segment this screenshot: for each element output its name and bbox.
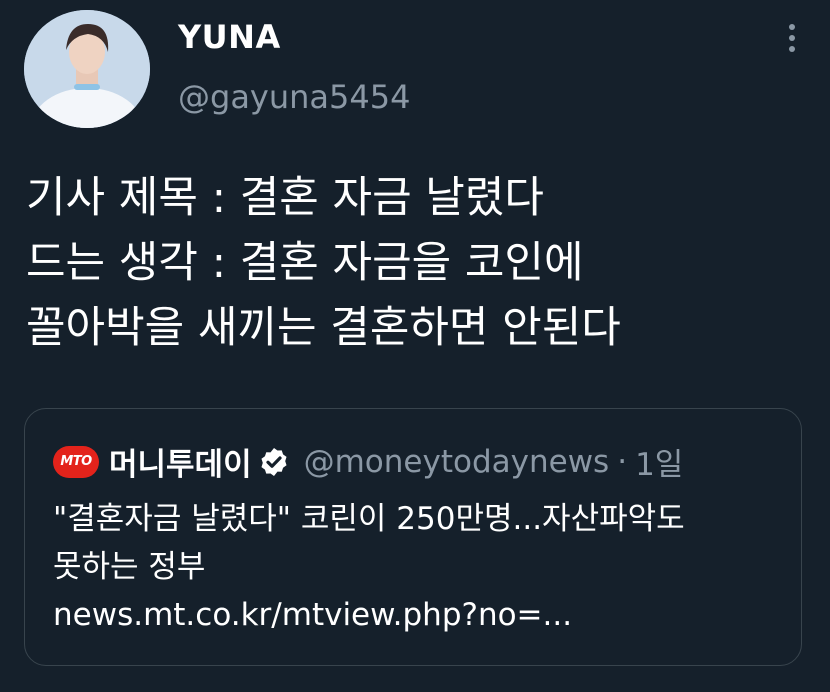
- quoted-handle[interactable]: @moneytodaynews: [304, 444, 610, 480]
- avatar-image: [24, 10, 150, 128]
- quoted-text-line: 못하는 정부: [53, 549, 206, 585]
- quoted-tweet-header: MTO 머니투데이 @moneytodaynews · 1일: [53, 439, 683, 484]
- tweet: YUNA @gayuna5454 기사 제목 : 결혼 자금 날렸다 드는 생각…: [0, 0, 830, 692]
- quoted-link[interactable]: news.mt.co.kr/mtview.php?no=...: [53, 591, 685, 639]
- avatar[interactable]: [24, 10, 150, 128]
- author-display-name[interactable]: YUNA: [178, 18, 281, 56]
- quoted-tweet-text: "결혼자금 날렸다" 코린이 250만명...자산파악도 못하는 정부 news…: [53, 495, 685, 639]
- tweet-text-line: 기사 제목 : 결혼 자금 날렸다: [26, 173, 544, 223]
- verified-badge-icon: [261, 447, 287, 476]
- quoted-timestamp[interactable]: 1일: [635, 439, 683, 484]
- quoted-avatar-logo[interactable]: MTO: [53, 445, 99, 478]
- separator-dot: ·: [617, 443, 628, 480]
- more-vertical-icon[interactable]: [784, 24, 800, 58]
- tweet-text-line: 드는 생각 : 결혼 자금을 코인에: [26, 238, 584, 288]
- quoted-display-name[interactable]: 머니투데이: [109, 439, 252, 484]
- quoted-tweet-card[interactable]: MTO 머니투데이 @moneytodaynews · 1일 "결혼자금 날렸다…: [24, 408, 802, 666]
- tweet-text-line: 꼴아박을 새끼는 결혼하면 안된다: [26, 303, 621, 353]
- tweet-text: 기사 제목 : 결혼 자금 날렸다 드는 생각 : 결혼 자금을 코인에 꼴아박…: [26, 166, 810, 361]
- author-handle[interactable]: @gayuna5454: [178, 78, 410, 116]
- quoted-text-line: "결혼자금 날렸다" 코린이 250만명...자산파악도: [53, 501, 685, 537]
